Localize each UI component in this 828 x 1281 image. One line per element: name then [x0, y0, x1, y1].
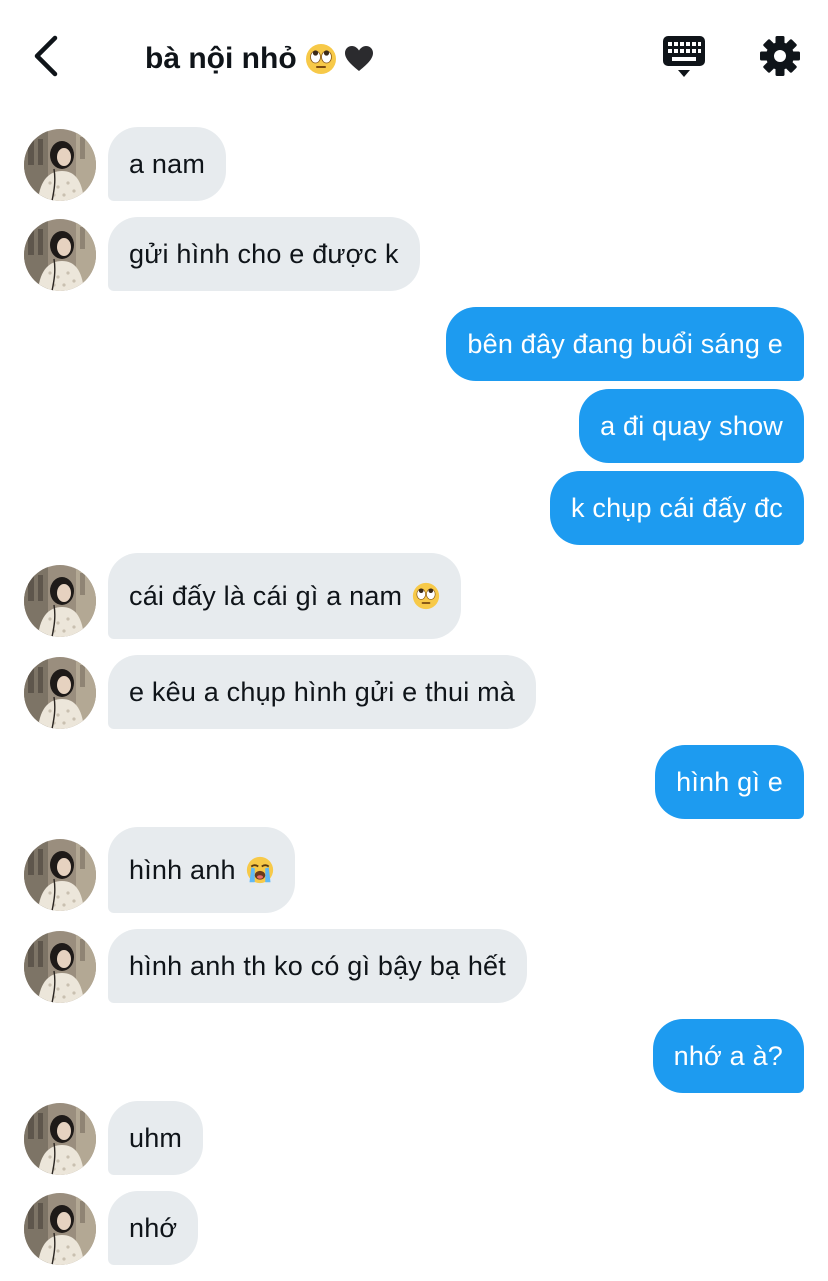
- message-row: cái đấy là cái gì a nam: [0, 553, 828, 639]
- conversation-title[interactable]: bà nội nhỏ: [145, 38, 375, 80]
- avatar[interactable]: [24, 129, 96, 201]
- message-row: nhớ a à?: [0, 1019, 828, 1095]
- message-bubble-incoming[interactable]: nhớ: [108, 1191, 199, 1265]
- message-bubble-incoming[interactable]: uhm: [108, 1101, 204, 1175]
- message-bubble-outgoing[interactable]: k chụp cái đấy đc: [549, 471, 804, 545]
- message-row: a đi quay show: [0, 389, 828, 465]
- avatar[interactable]: [24, 565, 96, 637]
- message-text: nhớ a à?: [673, 1040, 783, 1071]
- back-button[interactable]: [24, 34, 68, 78]
- message-bubble-outgoing[interactable]: bên đây đang buổi sáng e: [446, 307, 804, 381]
- message-row: hình anh: [0, 827, 828, 913]
- message-bubble-outgoing[interactable]: hình gì e: [655, 745, 804, 819]
- contact-name: bà nội nhỏ: [145, 42, 297, 75]
- avatar[interactable]: [24, 657, 96, 729]
- message-bubble-outgoing[interactable]: a đi quay show: [579, 389, 804, 463]
- message-text: cái đấy là cái gì a nam: [129, 580, 403, 611]
- message-bubble-incoming[interactable]: hình anh th ko có gì bậy bạ hết: [108, 929, 527, 1003]
- message-text: hình anh: [129, 854, 236, 885]
- message-bubble-incoming[interactable]: gửi hình cho e được k: [108, 217, 420, 291]
- message-row: a nam: [0, 127, 828, 203]
- loudly-crying-face-emoji: [246, 856, 274, 884]
- face-with-rolling-eyes-emoji: [305, 43, 337, 75]
- message-text: k chụp cái đấy đc: [570, 492, 783, 523]
- message-text: e kêu a chụp hình gửi e thui mà: [129, 676, 516, 707]
- message-text: uhm: [129, 1122, 183, 1153]
- message-row: e kêu a chụp hình gửi e thui mà: [0, 655, 828, 731]
- message-row: hình gì e: [0, 745, 828, 821]
- avatar[interactable]: [24, 1103, 96, 1175]
- message-text: bên đây đang buổi sáng e: [467, 328, 783, 359]
- avatar[interactable]: [24, 931, 96, 1003]
- message-bubble-incoming[interactable]: hình anh: [108, 827, 295, 913]
- keyboard-button[interactable]: [660, 34, 710, 80]
- message-row: k chụp cái đấy đc: [0, 471, 828, 547]
- avatar[interactable]: [24, 839, 96, 911]
- chevron-left-icon: [34, 35, 58, 77]
- gear-icon: [760, 36, 800, 76]
- message-row: hình anh th ko có gì bậy bạ hết: [0, 929, 828, 1005]
- message-row: uhm: [0, 1101, 828, 1177]
- message-row: nhớ: [0, 1191, 828, 1267]
- message-bubble-outgoing[interactable]: nhớ a à?: [652, 1019, 804, 1093]
- message-bubble-incoming[interactable]: a nam: [108, 127, 227, 201]
- black-heart-emoji: [343, 43, 375, 75]
- message-text: hình anh th ko có gì bậy bạ hết: [129, 950, 506, 981]
- message-row: gửi hình cho e được k: [0, 217, 828, 293]
- message-text: hình gì e: [676, 766, 783, 797]
- settings-button[interactable]: [756, 32, 804, 80]
- message-text: nhớ: [129, 1212, 178, 1243]
- message-bubble-incoming[interactable]: e kêu a chụp hình gửi e thui mà: [108, 655, 537, 729]
- message-text: a nam: [129, 148, 206, 179]
- message-bubble-incoming[interactable]: cái đấy là cái gì a nam: [108, 553, 462, 639]
- avatar[interactable]: [24, 1193, 96, 1265]
- message-text: a đi quay show: [600, 410, 783, 441]
- face-with-rolling-eyes-emoji: [412, 582, 440, 610]
- message-row: bên đây đang buổi sáng e: [0, 307, 828, 383]
- keyboard-icon: [663, 36, 705, 77]
- avatar[interactable]: [24, 219, 96, 291]
- conversation-header: bà nội nhỏ: [0, 0, 828, 112]
- message-text: gửi hình cho e được k: [129, 238, 399, 269]
